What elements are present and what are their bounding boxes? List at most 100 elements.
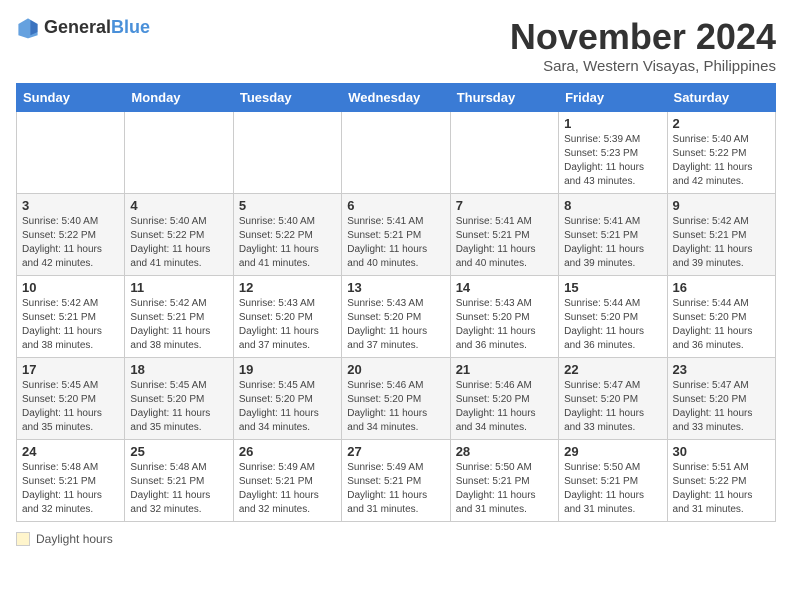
day-info: Sunrise: 5:48 AM Sunset: 5:21 PM Dayligh… — [22, 461, 119, 517]
day-number: 20 — [347, 362, 444, 377]
day-number: 17 — [22, 362, 119, 377]
calendar-cell: 12 Sunrise: 5:43 AM Sunset: 5:20 PM Dayli… — [233, 276, 341, 358]
logo-text: General Blue — [44, 18, 150, 38]
day-info: Sunrise: 5:46 AM Sunset: 5:20 PM Dayligh… — [456, 379, 553, 435]
day-info: Sunrise: 5:44 AM Sunset: 5:20 PM Dayligh… — [673, 297, 770, 353]
day-number: 22 — [564, 362, 661, 377]
calendar-cell: 22 Sunrise: 5:47 AM Sunset: 5:20 PM Dayli… — [559, 358, 667, 440]
calendar-cell: 30 Sunrise: 5:51 AM Sunset: 5:22 PM Dayli… — [667, 440, 775, 522]
day-number: 12 — [239, 280, 336, 295]
day-info: Sunrise: 5:50 AM Sunset: 5:21 PM Dayligh… — [456, 461, 553, 517]
logo-icon — [16, 16, 40, 40]
calendar-cell — [125, 112, 233, 194]
calendar-cell — [342, 112, 450, 194]
day-info: Sunrise: 5:47 AM Sunset: 5:20 PM Dayligh… — [564, 379, 661, 435]
day-info: Sunrise: 5:45 AM Sunset: 5:20 PM Dayligh… — [239, 379, 336, 435]
calendar-cell: 10 Sunrise: 5:42 AM Sunset: 5:21 PM Dayli… — [17, 276, 125, 358]
day-info: Sunrise: 5:42 AM Sunset: 5:21 PM Dayligh… — [130, 297, 227, 353]
calendar-week-row: 24 Sunrise: 5:48 AM Sunset: 5:21 PM Dayli… — [17, 440, 776, 522]
calendar-cell: 5 Sunrise: 5:40 AM Sunset: 5:22 PM Daylig… — [233, 194, 341, 276]
day-number: 24 — [22, 444, 119, 459]
day-info: Sunrise: 5:43 AM Sunset: 5:20 PM Dayligh… — [239, 297, 336, 353]
calendar-cell: 20 Sunrise: 5:46 AM Sunset: 5:20 PM Dayli… — [342, 358, 450, 440]
calendar-cell: 29Sunrise: 5:50 AM Sunset: 5:21 PM Dayli… — [559, 440, 667, 522]
day-info: Sunrise: 5:41 AM Sunset: 5:21 PM Dayligh… — [456, 215, 553, 271]
calendar-cell: 15Sunrise: 5:44 AM Sunset: 5:20 PM Dayli… — [559, 276, 667, 358]
calendar-cell: 6Sunrise: 5:41 AM Sunset: 5:21 PM Daylig… — [342, 194, 450, 276]
day-number: 3 — [22, 198, 119, 213]
legend-daylight-box — [16, 532, 30, 546]
day-info: Sunrise: 5:47 AM Sunset: 5:20 PM Dayligh… — [673, 379, 770, 435]
legend-daylight: Daylight hours — [16, 532, 113, 546]
day-info: Sunrise: 5:40 AM Sunset: 5:22 PM Dayligh… — [239, 215, 336, 271]
day-number: 21 — [456, 362, 553, 377]
col-header-thursday: Thursday — [450, 84, 558, 112]
logo: General Blue — [16, 16, 150, 40]
day-number: 7 — [456, 198, 553, 213]
calendar-cell: 16 Sunrise: 5:44 AM Sunset: 5:20 PM Dayli… — [667, 276, 775, 358]
day-info: Sunrise: 5:40 AM Sunset: 5:22 PM Dayligh… — [673, 133, 770, 189]
day-number: 14 — [456, 280, 553, 295]
day-number: 11 — [130, 280, 227, 295]
calendar-cell: 8 Sunrise: 5:41 AM Sunset: 5:21 PM Daylig… — [559, 194, 667, 276]
day-info: Sunrise: 5:49 AM Sunset: 5:21 PM Dayligh… — [347, 461, 444, 517]
day-number: 1 — [564, 116, 661, 131]
day-info: Sunrise: 5:43 AM Sunset: 5:20 PM Dayligh… — [347, 297, 444, 353]
calendar-cell: 4 Sunrise: 5:40 AM Sunset: 5:22 PM Daylig… — [125, 194, 233, 276]
calendar-week-row: 17 Sunrise: 5:45 AM Sunset: 5:20 PM Dayli… — [17, 358, 776, 440]
month-title: November 2024 — [510, 16, 776, 58]
day-number: 8 — [564, 198, 661, 213]
day-number: 10 — [22, 280, 119, 295]
calendar-table: SundayMondayTuesdayWednesdayThursdayFrid… — [16, 83, 776, 522]
day-number: 9 — [673, 198, 770, 213]
calendar-cell — [450, 112, 558, 194]
day-number: 13 — [347, 280, 444, 295]
calendar-cell: 23 Sunrise: 5:47 AM Sunset: 5:20 PM Dayli… — [667, 358, 775, 440]
location: Sara, Western Visayas, Philippines — [510, 58, 776, 75]
calendar-week-row: 1 Sunrise: 5:39 AM Sunset: 5:23 PM Daylig… — [17, 112, 776, 194]
day-info: Sunrise: 5:42 AM Sunset: 5:21 PM Dayligh… — [673, 215, 770, 271]
calendar-cell: 3 Sunrise: 5:40 AM Sunset: 5:22 PM Daylig… — [17, 194, 125, 276]
calendar-cell: 28Sunrise: 5:50 AM Sunset: 5:21 PM Dayli… — [450, 440, 558, 522]
day-info: Sunrise: 5:43 AM Sunset: 5:20 PM Dayligh… — [456, 297, 553, 353]
col-header-tuesday: Tuesday — [233, 84, 341, 112]
calendar-cell: 11 Sunrise: 5:42 AM Sunset: 5:21 PM Dayli… — [125, 276, 233, 358]
day-number: 4 — [130, 198, 227, 213]
calendar-cell — [17, 112, 125, 194]
day-number: 16 — [673, 280, 770, 295]
day-number: 27 — [347, 444, 444, 459]
day-number: 2 — [673, 116, 770, 131]
legend: Daylight hours — [16, 532, 776, 546]
calendar-cell: 2 Sunrise: 5:40 AM Sunset: 5:22 PM Daylig… — [667, 112, 775, 194]
col-header-monday: Monday — [125, 84, 233, 112]
day-info: Sunrise: 5:40 AM Sunset: 5:22 PM Dayligh… — [22, 215, 119, 271]
calendar-cell: 14 Sunrise: 5:43 AM Sunset: 5:20 PM Dayli… — [450, 276, 558, 358]
day-info: Sunrise: 5:40 AM Sunset: 5:22 PM Dayligh… — [130, 215, 227, 271]
day-number: 5 — [239, 198, 336, 213]
calendar-cell: 21 Sunrise: 5:46 AM Sunset: 5:20 PM Dayli… — [450, 358, 558, 440]
day-info: Sunrise: 5:49 AM Sunset: 5:21 PM Dayligh… — [239, 461, 336, 517]
day-number: 30 — [673, 444, 770, 459]
title-block: November 2024 Sara, Western Visayas, Phi… — [510, 16, 776, 75]
day-info: Sunrise: 5:46 AM Sunset: 5:20 PM Dayligh… — [347, 379, 444, 435]
day-info: Sunrise: 5:41 AM Sunset: 5:21 PM Dayligh… — [564, 215, 661, 271]
calendar-week-row: 3 Sunrise: 5:40 AM Sunset: 5:22 PM Daylig… — [17, 194, 776, 276]
day-number: 18 — [130, 362, 227, 377]
day-info: Sunrise: 5:44 AM Sunset: 5:20 PM Dayligh… — [564, 297, 661, 353]
day-info: Sunrise: 5:39 AM Sunset: 5:23 PM Dayligh… — [564, 133, 661, 189]
calendar-cell: 18Sunrise: 5:45 AM Sunset: 5:20 PM Dayli… — [125, 358, 233, 440]
calendar-cell: 24 Sunrise: 5:48 AM Sunset: 5:21 PM Dayli… — [17, 440, 125, 522]
day-info: Sunrise: 5:51 AM Sunset: 5:22 PM Dayligh… — [673, 461, 770, 517]
day-number: 19 — [239, 362, 336, 377]
day-info: Sunrise: 5:48 AM Sunset: 5:21 PM Dayligh… — [130, 461, 227, 517]
day-info: Sunrise: 5:45 AM Sunset: 5:20 PM Dayligh… — [22, 379, 119, 435]
calendar-cell: 26Sunrise: 5:49 AM Sunset: 5:21 PM Dayli… — [233, 440, 341, 522]
day-info: Sunrise: 5:42 AM Sunset: 5:21 PM Dayligh… — [22, 297, 119, 353]
col-header-saturday: Saturday — [667, 84, 775, 112]
day-info: Sunrise: 5:50 AM Sunset: 5:21 PM Dayligh… — [564, 461, 661, 517]
day-number: 23 — [673, 362, 770, 377]
calendar-cell: 1 Sunrise: 5:39 AM Sunset: 5:23 PM Daylig… — [559, 112, 667, 194]
calendar-cell: 13 Sunrise: 5:43 AM Sunset: 5:20 PM Dayli… — [342, 276, 450, 358]
day-info: Sunrise: 5:41 AM Sunset: 5:21 PM Dayligh… — [347, 215, 444, 271]
calendar-cell: 7 Sunrise: 5:41 AM Sunset: 5:21 PM Daylig… — [450, 194, 558, 276]
